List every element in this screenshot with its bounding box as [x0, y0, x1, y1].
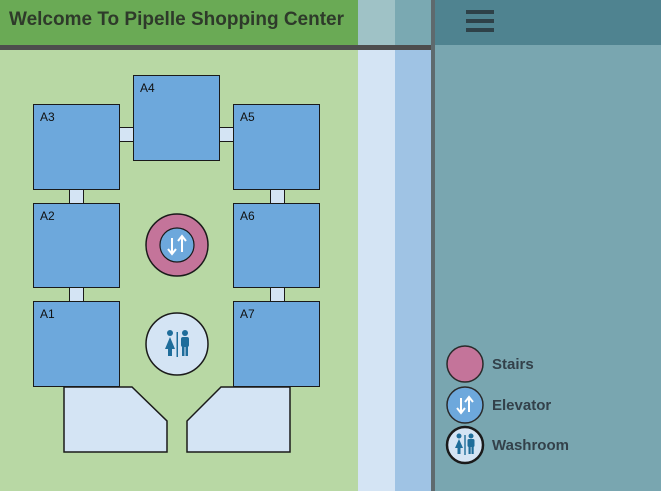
side-strip-dark [395, 50, 431, 491]
legend-label-elevator: Elevator [492, 397, 552, 414]
store-a4[interactable]: A4 [133, 75, 220, 161]
store-label: A3 [40, 110, 55, 124]
side-strip-top [358, 0, 395, 45]
legend-label-stairs: Stairs [492, 356, 534, 373]
elevator-icon [145, 213, 209, 277]
hamburger-menu-icon[interactable] [466, 10, 496, 36]
store-a5[interactable]: A5 [233, 104, 320, 190]
washroom-icon [145, 312, 209, 376]
store-label: A7 [240, 307, 255, 321]
store-a7[interactable]: A7 [233, 301, 320, 387]
store-label: A6 [240, 209, 255, 223]
legend-panel [435, 0, 661, 491]
store-a3[interactable]: A3 [33, 104, 120, 190]
store-a2[interactable]: A2 [33, 203, 120, 288]
store-label: A1 [40, 307, 55, 321]
legend-label-washroom: Washroom [492, 437, 569, 454]
side-strip-top-dark [395, 0, 431, 45]
store-label: A4 [140, 81, 155, 95]
store-a1[interactable]: A1 [33, 301, 120, 387]
page-title: Welcome To Pipelle Shopping Center [9, 9, 345, 30]
side-strip [358, 50, 395, 491]
store-a6[interactable]: A6 [233, 203, 320, 288]
store-label: A2 [40, 209, 55, 223]
store-label: A5 [240, 110, 255, 124]
